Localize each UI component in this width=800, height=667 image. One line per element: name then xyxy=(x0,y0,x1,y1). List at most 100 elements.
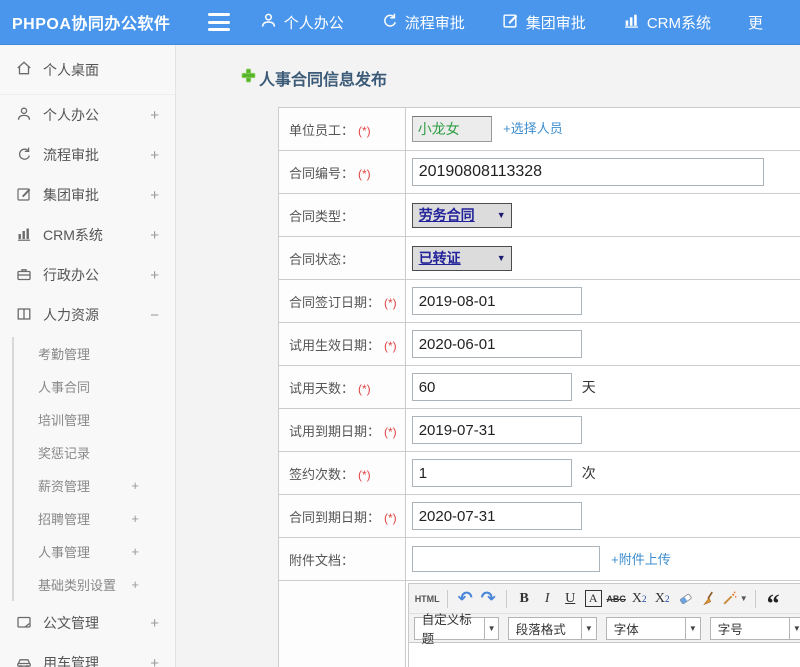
italic-button[interactable]: I xyxy=(537,588,558,610)
eraser-icon[interactable] xyxy=(675,588,696,610)
font-size-dropdown[interactable]: 字号 ▼ xyxy=(710,617,800,640)
sign-date-input[interactable] xyxy=(412,287,582,315)
sidebar-item-group-approval[interactable]: 集团审批 + xyxy=(0,175,175,215)
contract-status-select[interactable]: 已转证 ▼ xyxy=(412,246,512,271)
row-attachment: 附件文档： +附件上传 xyxy=(279,538,800,581)
blockquote-button[interactable]: “ xyxy=(763,588,784,610)
expand-plus-icon[interactable]: + xyxy=(150,107,159,124)
field-label: 合同签订日期： xyxy=(289,295,380,310)
font-family-dropdown[interactable]: 字体 ▼ xyxy=(606,617,701,640)
sidebar-item-workflow-approval[interactable]: 流程审批 + xyxy=(0,135,175,175)
expand-plus-icon[interactable]: + xyxy=(131,577,139,592)
subscript-button[interactable]: X2 xyxy=(652,588,673,610)
expand-plus-icon[interactable]: + xyxy=(131,544,139,559)
chevron-down-icon: ▼ xyxy=(497,253,506,263)
field-label: 合同类型： xyxy=(289,209,354,224)
sidebar-item-admin-office[interactable]: 行政办公 + xyxy=(0,255,175,295)
contract-no-input[interactable] xyxy=(412,158,764,186)
row-editor: HTML ↶ ↷ B I U A ABC X2 X2 ▼ xyxy=(279,581,800,667)
row-sign-date: 合同签订日期： (*) xyxy=(279,280,800,323)
bold-button[interactable]: B xyxy=(514,588,535,610)
sidebar-subitem-label: 招聘管理 xyxy=(38,509,90,528)
row-employee: 单位员工： (*) 小龙女 +选择人员 xyxy=(279,108,800,151)
sidebar-item-vehicle[interactable]: 用车管理 + xyxy=(0,643,175,667)
chevron-down-icon: ▼ xyxy=(497,210,506,220)
sidebar-subitem-label: 奖惩记录 xyxy=(38,443,90,462)
sidebar-item-personal-office[interactable]: 个人办公 + xyxy=(0,95,175,135)
nav-crm-system[interactable]: CRM系统 xyxy=(623,12,711,33)
sidebar-subitem-rewards[interactable]: 奖惩记录 xyxy=(14,436,175,469)
expand-plus-icon[interactable]: + xyxy=(150,187,159,204)
user-icon xyxy=(260,12,284,33)
nav-more[interactable]: 更 xyxy=(748,12,763,33)
attachment-upload-link[interactable]: +附件上传 xyxy=(611,552,671,567)
sidebar-subitem-recruit[interactable]: 招聘管理 + xyxy=(14,502,175,535)
row-contract-no: 合同编号：(*) xyxy=(279,151,800,194)
menu-icon[interactable] xyxy=(208,13,229,31)
sign-count-input[interactable] xyxy=(412,459,572,487)
expand-plus-icon[interactable]: + xyxy=(150,147,159,164)
row-sign-count: 签约次数：(*) 次 xyxy=(279,452,800,495)
undo-icon[interactable]: ↶ xyxy=(455,588,476,610)
expand-plus-icon[interactable]: + xyxy=(131,478,139,493)
selected-option: 已转证 xyxy=(419,248,461,268)
nav-personal-office[interactable]: 个人办公 xyxy=(260,12,344,33)
sidebar-subitem-training[interactable]: 培训管理 xyxy=(14,403,175,436)
expand-plus-icon[interactable]: + xyxy=(150,615,159,632)
sub-base: X xyxy=(655,591,665,607)
sidebar-item-label: 行政办公 xyxy=(43,265,99,285)
nav-label: 集团审批 xyxy=(526,12,586,33)
sidebar-item-hr[interactable]: 人力资源 − xyxy=(0,295,175,335)
attachment-input[interactable] xyxy=(412,546,600,572)
trial-end-input[interactable] xyxy=(412,416,582,444)
html-source-button[interactable]: HTML xyxy=(415,588,440,610)
required-mark: (*) xyxy=(384,339,397,353)
dropdown-label: 字号 xyxy=(711,618,789,639)
clean-broom-icon[interactable] xyxy=(698,588,719,610)
expand-plus-icon[interactable]: + xyxy=(150,267,159,284)
paragraph-format-dropdown[interactable]: 段落格式 ▼ xyxy=(508,617,597,640)
redo-icon[interactable]: ↷ xyxy=(478,588,499,610)
required-mark: (*) xyxy=(358,124,371,138)
row-contract-type: 合同类型： 劳务合同 ▼ xyxy=(279,194,800,237)
contract-type-select[interactable]: 劳务合同 ▼ xyxy=(412,203,512,228)
sidebar-item-label: 流程审批 xyxy=(43,145,99,165)
font-color-button[interactable]: A xyxy=(583,588,604,610)
sidebar-subitem-base-category[interactable]: 基础类别设置 + xyxy=(14,568,175,601)
required-mark: (*) xyxy=(384,296,397,310)
expand-plus-icon[interactable]: + xyxy=(131,511,139,526)
dropdown-label: 段落格式 xyxy=(509,618,581,639)
sidebar-subitem-hr-contract[interactable]: 人事合同 xyxy=(14,370,175,403)
contract-end-input[interactable] xyxy=(412,502,582,530)
underline-button[interactable]: U xyxy=(560,588,581,610)
expand-plus-icon[interactable]: + xyxy=(150,655,159,667)
field-label: 签约次数： xyxy=(289,467,354,482)
sidebar-item-desktop[interactable]: 个人桌面 xyxy=(0,45,175,95)
employee-value-box[interactable]: 小龙女 xyxy=(412,116,492,142)
car-icon xyxy=(16,654,43,667)
sidebar-subitem-personnel[interactable]: 人事管理 + xyxy=(14,535,175,568)
home-icon xyxy=(16,60,43,79)
field-label: 单位员工： xyxy=(289,123,354,138)
sidebar-subitem-salary[interactable]: 薪资管理 + xyxy=(14,469,175,502)
sup-exp: 2 xyxy=(642,594,647,604)
strikethrough-button[interactable]: ABC xyxy=(606,588,627,610)
field-label: 合同状态： xyxy=(289,252,354,267)
sidebar-subitem-attendance[interactable]: 考勤管理 xyxy=(14,337,175,370)
expand-plus-icon[interactable]: + xyxy=(150,227,159,244)
custom-title-dropdown[interactable]: 自定义标题 ▼ xyxy=(414,617,499,640)
row-trial-end: 试用到期日期：(*) xyxy=(279,409,800,452)
trial-days-input[interactable] xyxy=(412,373,572,401)
superscript-button[interactable]: X2 xyxy=(629,588,650,610)
briefcase-icon xyxy=(16,266,43,285)
sidebar-item-official-doc[interactable]: 公文管理 + xyxy=(0,603,175,643)
collapse-minus-icon[interactable]: − xyxy=(150,307,159,324)
select-person-link[interactable]: +选择人员 xyxy=(503,121,563,136)
nav-label: CRM系统 xyxy=(647,12,711,33)
format-wand-icon[interactable]: ▼ xyxy=(721,588,748,610)
nav-group-approval[interactable]: 集团审批 xyxy=(502,12,586,33)
nav-workflow-approval[interactable]: 流程审批 xyxy=(381,12,465,33)
trial-start-input[interactable] xyxy=(412,330,582,358)
sidebar-item-crm[interactable]: CRM系统 + xyxy=(0,215,175,255)
sidebar-item-label: 个人办公 xyxy=(43,105,99,125)
